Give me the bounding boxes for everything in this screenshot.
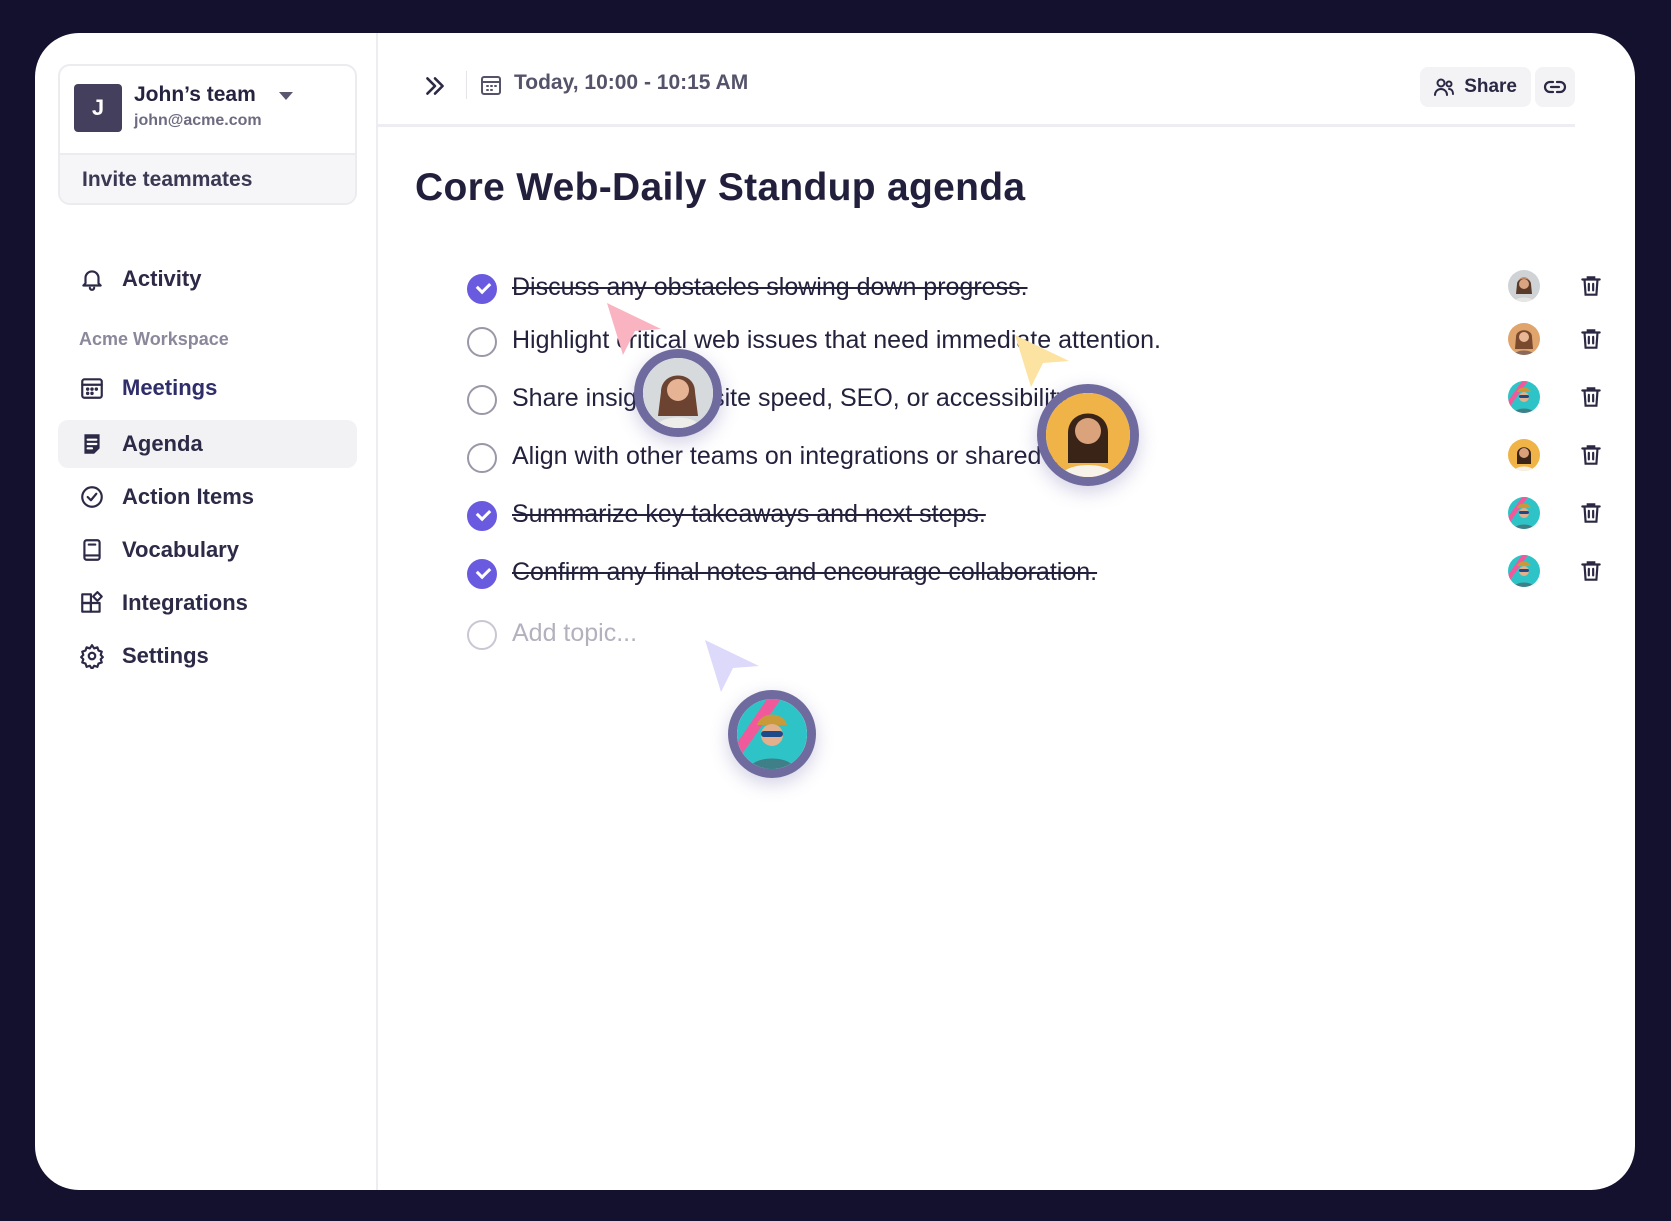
page-title: Core Web-Daily Standup agenda bbox=[415, 166, 1026, 209]
collaborator-cursor-icon bbox=[607, 303, 661, 355]
agenda-item: Confirm any final notes and encourage co… bbox=[467, 554, 1607, 594]
sidebar-item-label: Vocabulary bbox=[122, 537, 239, 562]
caret-down-icon[interactable] bbox=[279, 92, 293, 100]
sidebar-item-action-items[interactable]: Action Items bbox=[58, 473, 357, 521]
users-icon bbox=[1434, 78, 1455, 96]
check-circle-icon bbox=[78, 483, 106, 511]
agenda-checkbox[interactable] bbox=[467, 274, 497, 304]
agenda-topic-text[interactable]: Discuss any obstacles slowing down progr… bbox=[512, 273, 1028, 302]
sidebar-item-label: Agenda bbox=[122, 431, 203, 456]
sidebar-item-label: Activity bbox=[122, 266, 202, 291]
agenda-checkbox[interactable] bbox=[467, 385, 497, 415]
collaborator-avatar bbox=[1037, 384, 1139, 486]
book-icon bbox=[78, 536, 106, 564]
divider bbox=[466, 71, 467, 99]
agenda-icon bbox=[78, 430, 106, 458]
sidebar-item-meetings[interactable]: Meetings bbox=[58, 364, 357, 412]
app-window: J John’s team john@acme.com Invite teamm… bbox=[35, 33, 1635, 1190]
sidebar-item-label: Integrations bbox=[122, 590, 248, 615]
agenda-checkbox[interactable] bbox=[467, 443, 497, 473]
sidebar-item-label: Action Items bbox=[122, 484, 255, 509]
agenda-topic-text[interactable]: Summarize key takeaways and next steps. bbox=[512, 500, 986, 529]
agenda-item: Summarize key takeaways and next steps. bbox=[467, 496, 1607, 536]
add-topic-checkbox bbox=[467, 620, 497, 650]
gear-icon bbox=[78, 642, 106, 670]
agenda-topic-text[interactable]: Align with other teams on integrations o… bbox=[512, 442, 1124, 471]
chevrons-right-icon[interactable] bbox=[422, 73, 448, 99]
agenda-checkbox[interactable] bbox=[467, 559, 497, 589]
agenda-checkbox[interactable] bbox=[467, 501, 497, 531]
trash-icon[interactable] bbox=[1578, 500, 1604, 526]
bell-icon bbox=[78, 265, 106, 293]
share-button[interactable]: Share bbox=[1420, 67, 1531, 107]
link-icon bbox=[1543, 80, 1567, 94]
sidebar-item-label: Meetings bbox=[122, 375, 218, 400]
team-email: john@acme.com bbox=[134, 112, 262, 129]
sidebar-item-vocabulary[interactable]: Vocabulary bbox=[58, 526, 357, 574]
sidebar-item-agenda[interactable]: Agenda bbox=[58, 420, 357, 468]
share-label: Share bbox=[1464, 76, 1517, 97]
top-bar: Today, 10:00 - 10:15 AM Share bbox=[378, 33, 1575, 127]
calendar-icon bbox=[78, 374, 106, 402]
assignee-avatar[interactable] bbox=[1508, 381, 1540, 413]
agenda-topic-text[interactable]: Confirm any final notes and encourage co… bbox=[512, 558, 1097, 587]
team-card: J John’s team john@acme.com Invite teamm… bbox=[58, 64, 357, 205]
add-topic-row: Add topic... bbox=[467, 615, 1607, 655]
trash-icon[interactable] bbox=[1578, 558, 1604, 584]
trash-icon[interactable] bbox=[1578, 442, 1604, 468]
assignee-avatar[interactable] bbox=[1508, 323, 1540, 355]
assignee-avatar[interactable] bbox=[1508, 270, 1540, 302]
collaborator-cursor-icon bbox=[705, 640, 759, 692]
assignee-avatar[interactable] bbox=[1508, 555, 1540, 587]
share-group: Share bbox=[1420, 67, 1575, 107]
workspace-section-label: Acme Workspace bbox=[79, 329, 229, 349]
sidebar-item-integrations[interactable]: Integrations bbox=[58, 579, 357, 627]
invite-teammates-button[interactable]: Invite teammates bbox=[60, 153, 355, 203]
sidebar-item-label: Settings bbox=[122, 643, 209, 668]
team-avatar: J bbox=[74, 84, 122, 132]
assignee-avatar[interactable] bbox=[1508, 497, 1540, 529]
sidebar-item-settings[interactable]: Settings bbox=[58, 632, 357, 680]
collaborator-cursor-icon bbox=[1015, 335, 1069, 387]
collaborator-avatar bbox=[728, 690, 816, 778]
agenda-topic-text[interactable]: Share insights on site speed, SEO, or ac… bbox=[512, 384, 1074, 413]
sidebar-item-activity[interactable]: Activity bbox=[58, 255, 357, 303]
sidebar: J John’s team john@acme.com Invite teamm… bbox=[35, 33, 378, 1190]
team-switcher[interactable]: J John’s team john@acme.com bbox=[60, 66, 355, 153]
agenda-checkbox[interactable] bbox=[467, 327, 497, 357]
collaborator-avatar bbox=[634, 349, 722, 437]
trash-icon[interactable] bbox=[1578, 273, 1604, 299]
assignee-avatar[interactable] bbox=[1508, 439, 1540, 471]
trash-icon[interactable] bbox=[1578, 384, 1604, 410]
add-topic-input[interactable]: Add topic... bbox=[512, 619, 637, 648]
puzzle-icon bbox=[78, 589, 106, 617]
copy-link-button[interactable] bbox=[1535, 67, 1575, 107]
trash-icon[interactable] bbox=[1578, 326, 1604, 352]
calendar-icon bbox=[481, 76, 501, 95]
team-name[interactable]: John’s team bbox=[134, 83, 256, 107]
meeting-time: Today, 10:00 - 10:15 AM bbox=[514, 71, 749, 94]
